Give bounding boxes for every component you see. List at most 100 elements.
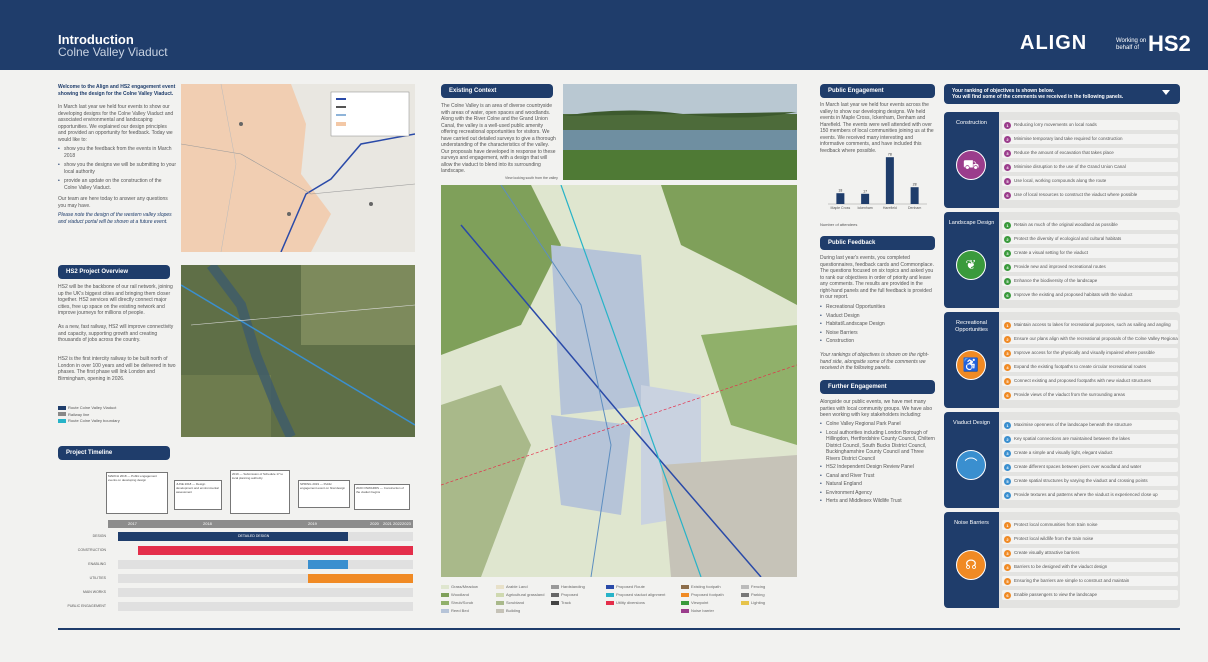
topic-item: Habitat/Landscape Design [820, 321, 935, 328]
attendance-chart-svg: 18 Maple Cross 17 Ickenham 78 Harefield 28 Denh… [828, 153, 927, 210]
objective-text: Retain as much of the original woodland … [1014, 222, 1118, 227]
valley-photo-graphic [563, 84, 797, 180]
legend-label: Lighting [751, 600, 766, 605]
rank-number: 1 [1004, 121, 1011, 129]
legend-label: Scrubland [506, 600, 525, 605]
hs2-overview-p3: HS2 is the first intercity railway to be… [58, 356, 176, 382]
legend-label: Fencing [751, 584, 766, 589]
rank-number: 3 [1004, 149, 1011, 157]
rank-number: 6 [1004, 191, 1011, 199]
hs2-legend: Route Colne Valley Viaduct Railway line … [58, 405, 176, 425]
objective-text: Reduce the amount of excavation that tak… [1014, 150, 1114, 155]
rank-number: 2 [1004, 135, 1011, 143]
rank-number: 4 [1004, 163, 1011, 171]
legend-item: Track [551, 600, 571, 605]
year-label: 2018 [203, 521, 212, 526]
timeline-row-label: MAIN WORKS [83, 590, 106, 594]
chart-value-label: 17 [863, 189, 867, 193]
timeline-note: 2020 ONWARDS — Construction of the viadu… [354, 484, 410, 510]
objective-item: 2 Key spatial connections are maintained … [1002, 434, 1178, 444]
map-legend: Grass/Meadow Woodland Shrub/Scrub Reed B… [441, 582, 797, 618]
objective-item: 5 Ensuring the barriers are simple to con… [1002, 576, 1178, 586]
rank-number: 5 [1004, 377, 1011, 385]
truck-icon: ⛟ [956, 150, 986, 180]
category-sidebar: Construction ⛟ [944, 112, 999, 208]
legend-item: Existing footpath [681, 584, 721, 589]
objective-text: Provide textures and patterns where the … [1014, 492, 1158, 497]
objective-item: 4 Barriers to be designed with the viaduc… [1002, 562, 1178, 572]
aerial-photo [181, 265, 415, 437]
legend-label: Existing footpath [691, 584, 721, 589]
rank-number: 1 [1004, 521, 1011, 529]
stakeholder-item: Local authorities including London Borou… [820, 430, 935, 463]
intro-bullet: show you the designs we will be submitti… [58, 162, 176, 175]
category-sidebar: Viaduct Design ⌒ [944, 412, 999, 508]
year-label: 2020 [370, 521, 379, 526]
objective-text: Use of local resources to construct the … [1014, 192, 1138, 197]
legend-item: Agricultural grassland [496, 592, 544, 597]
rank-number: 6 [1004, 291, 1011, 299]
timeline-year-axis: 2017 2018 2019 2020 2021 2022 2023 [108, 520, 413, 528]
aerial-photo-graphic [181, 265, 415, 437]
bottom-divider [58, 628, 1180, 630]
stakeholder-item: Environment Agency [820, 490, 935, 497]
rank-number: 5 [1004, 177, 1011, 185]
chart-value-label: 28 [913, 183, 917, 187]
legend-label: Viewpoint [691, 600, 709, 605]
ranking-dropdown[interactable]: Your ranking of objectives is shown belo… [944, 84, 1180, 104]
site-plan-map [441, 185, 797, 577]
legend-item: Shrub/Scrub [441, 600, 473, 605]
category-panel: Noise Barriers ☊ 1 Protect local communitie… [944, 512, 1180, 608]
objective-item: 5 Use local, working compounds along the … [1002, 176, 1178, 186]
timeline-row-label: ENABLING [88, 562, 106, 566]
legend-item: Scrubland [496, 600, 524, 605]
rank-number: 1 [1004, 221, 1011, 229]
chart-bar [861, 193, 870, 204]
category-title: Landscape Design [948, 220, 995, 226]
hs2-overview-heading: HS2 Project Overview [58, 265, 170, 279]
map-caption: View looking south from the valley [505, 176, 558, 180]
topic-item: Viaduct Design [820, 313, 935, 320]
objective-text: Protect local communities from train noi… [1014, 522, 1098, 527]
objective-text: Provide new and improved recreational ro… [1014, 264, 1106, 269]
objective-item: 4 Provide new and improved recreational r… [1002, 262, 1178, 272]
intro-bullet: provide an update on the construction of… [58, 178, 176, 191]
objective-text: Enable passengers to view the landscape [1014, 592, 1098, 597]
objective-item: 2 Protect the diversity of ecological and… [1002, 234, 1178, 244]
legend-item: Reed Bed [441, 608, 469, 613]
objective-text: Create a simple and visually light, eleg… [1014, 450, 1113, 455]
stakeholder-item: Natural England [820, 481, 935, 488]
objective-item: 5 Connect existing and proposed footpaths… [1002, 376, 1178, 386]
legend-item: Hardstanding [551, 584, 585, 589]
year-label: 2022 [393, 521, 402, 526]
chevron-down-icon[interactable] [1162, 90, 1170, 95]
objective-text: Ensure our plans align with the recreati… [1014, 336, 1178, 341]
objective-item: 4 Create different spaces between piers o… [1002, 462, 1178, 472]
ear-icon: ☊ [956, 550, 986, 580]
objective-text: Expand the existing footpaths to create … [1014, 364, 1147, 369]
existing-context-body: The Colne Valley is an area of diverse c… [441, 103, 556, 174]
timeline-bar-main-works [308, 574, 413, 583]
legend-label: Parking [751, 592, 765, 597]
legend-label: Railway line [68, 411, 90, 417]
objective-item: 1 Reducing lorry movements on local roads [1002, 120, 1178, 130]
legend-label: Grass/Meadow [451, 584, 478, 589]
timeline-row-label: UTILITIES [89, 576, 106, 580]
objective-item: 6 Improve the existing and proposed habit… [1002, 290, 1178, 300]
objective-text: Create different spaces between piers ov… [1014, 464, 1142, 469]
objective-item: 6 Provide views of the viaduct from the s… [1002, 390, 1178, 400]
rank-number: 3 [1004, 249, 1011, 257]
year-label: 2021 [383, 521, 392, 526]
stakeholder-item: HS2 Independent Design Review Panel [820, 464, 935, 471]
project-timeline: MARCH 2018 — Public engagement events on… [58, 466, 415, 616]
public-feedback-heading: Public Feedback [820, 236, 935, 250]
chart-caption: Number of attendees [820, 222, 858, 227]
chart-tick-label: Maple Cross [831, 206, 851, 210]
intro-bullet: show you the feedback from the events in… [58, 146, 176, 159]
timeline-track [118, 560, 413, 569]
rank-number: 3 [1004, 349, 1011, 357]
objective-item: 6 Use of local resources to construct the… [1002, 190, 1178, 200]
objective-item: 2 Minimise temporary land take required f… [1002, 134, 1178, 144]
objective-text: Enhance the biodiversity of the landscap… [1014, 278, 1098, 283]
legend-item: Proposed footpath [681, 592, 724, 597]
